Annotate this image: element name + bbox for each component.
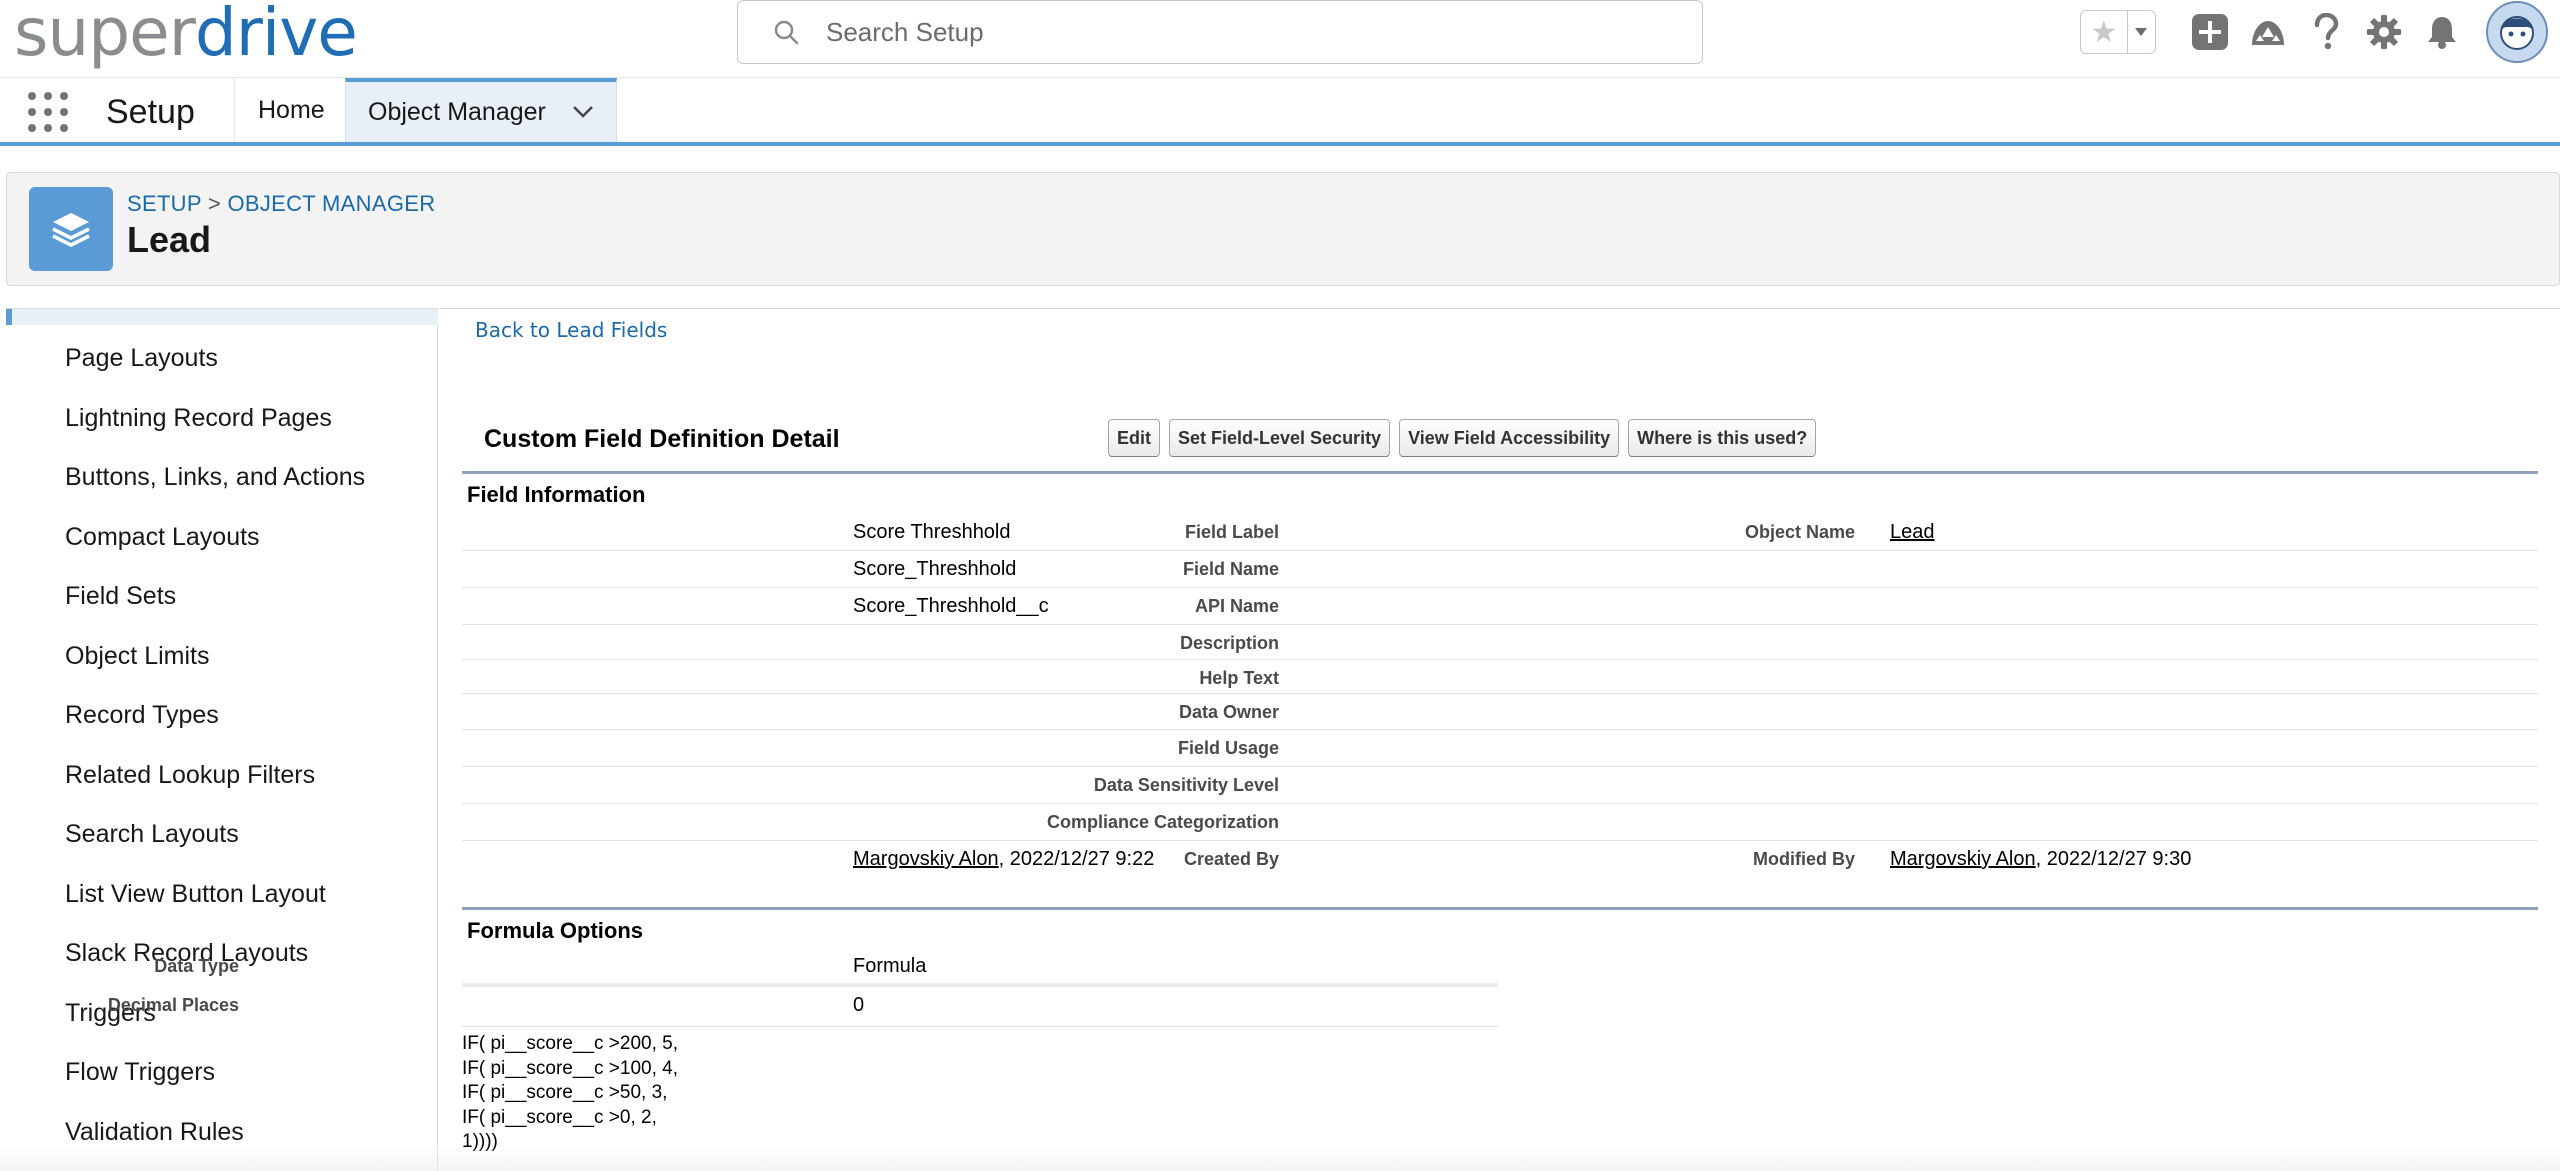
- sidebar-item-compact-layouts[interactable]: Compact Layouts: [6, 508, 437, 568]
- field-row-field-usage: Field Usage: [462, 730, 2538, 767]
- edit-button[interactable]: Edit: [1108, 419, 1160, 457]
- field-name-label: Field Name: [1182, 559, 1279, 579]
- add-icon[interactable]: [2190, 12, 2230, 52]
- app-name: Setup: [106, 93, 195, 131]
- sidebar-selected-strip: [6, 309, 438, 325]
- gear-icon[interactable]: [2364, 12, 2404, 52]
- sidebar-item-buttons-links-actions[interactable]: Buttons, Links, and Actions: [6, 448, 437, 508]
- modified-by-date: , 2022/12/27 9:30: [2035, 848, 2192, 870]
- field-row-help-text: Help Text: [462, 660, 2538, 694]
- sidebar-list: Page Layouts Lightning Record Pages Butt…: [6, 329, 437, 1162]
- formula-options-heading: Formula Options: [467, 918, 643, 943]
- data-type-value: Formula: [853, 955, 927, 977]
- sidebar-item-related-lookup-filters[interactable]: Related Lookup Filters: [6, 746, 437, 806]
- search-icon: [774, 20, 799, 45]
- object-name-label: Object Name: [1744, 522, 1855, 542]
- field-row-description: Description: [462, 625, 2538, 660]
- breadcrumb-setup[interactable]: SETUP: [127, 191, 201, 216]
- data-owner-label: Data Owner: [1178, 702, 1279, 722]
- app-launcher-icon[interactable]: [28, 92, 68, 132]
- api-name-label: API Name: [1194, 596, 1279, 616]
- field-name-value: Score_Threshhold: [853, 558, 1017, 580]
- data-type-label: Data Type: [154, 956, 239, 976]
- field-row-field-name: Field Name Score_Threshhold: [462, 551, 2538, 588]
- field-information-heading: Field Information: [467, 482, 646, 507]
- field-row-data-owner: Data Owner: [462, 694, 2538, 730]
- detail-title: Custom Field Definition Detail: [484, 425, 840, 453]
- breadcrumb-separator: >: [207, 191, 222, 216]
- avatar[interactable]: [2486, 1, 2548, 63]
- layers-icon: [29, 187, 113, 271]
- sidebar-item-field-sets[interactable]: Field Sets: [6, 567, 437, 627]
- field-row-data-type: Data Type Formula: [154, 948, 1498, 987]
- breadcrumb-object-manager[interactable]: OBJECT MANAGER: [227, 191, 435, 216]
- tab-home[interactable]: Home: [236, 78, 347, 142]
- field-row-data-sensitivity-level: Data Sensitivity Level: [462, 767, 2538, 804]
- field-information-section: Field Information Field Label Score Thre…: [462, 471, 2538, 895]
- modified-by-label: Modified By: [1753, 849, 1855, 869]
- search-box[interactable]: [737, 0, 1703, 64]
- sidebar-item-flow-triggers[interactable]: Flow Triggers: [6, 1043, 437, 1103]
- field-row-field-label: Field Label Score Threshhold Object Name…: [462, 514, 2538, 551]
- decimal-places-value: 0: [853, 994, 865, 1016]
- field-row-compliance-categorization: Compliance Categorization: [462, 804, 2538, 841]
- superdrive-logo[interactable]: super drive: [14, 0, 358, 71]
- field-label-value: Score Threshhold: [853, 521, 1011, 543]
- sidebar-item-page-layouts[interactable]: Page Layouts: [6, 329, 437, 389]
- nav-divider: [234, 78, 235, 142]
- sidebar-item-search-layouts[interactable]: Search Layouts: [6, 805, 437, 865]
- main-content: Back to Lead Fields Custom Field Definit…: [108, 308, 2560, 1171]
- object-sidebar: Page Layouts Lightning Record Pages Butt…: [6, 308, 438, 1171]
- sidebar-item-validation-rules[interactable]: Validation Rules: [6, 1103, 437, 1163]
- set-field-level-security-button[interactable]: Set Field-Level Security: [1169, 419, 1391, 457]
- help-text-label: Help Text: [1199, 668, 1279, 688]
- field-row-decimal-places: Decimal Places 0: [108, 987, 1498, 1027]
- modified-by-user-link[interactable]: Margovskiy Alon: [1890, 848, 2036, 870]
- created-by-label: Created By: [1183, 849, 1279, 869]
- search-input[interactable]: [826, 16, 1626, 48]
- trailhead-icon[interactable]: [2248, 12, 2288, 52]
- app-nav-bar: Setup Home Object Manager: [0, 78, 2560, 146]
- sidebar-item-object-limits[interactable]: Object Limits: [6, 627, 437, 687]
- object-name-link[interactable]: Lead: [1890, 521, 1935, 544]
- sidebar-item-lightning-record-pages[interactable]: Lightning Record Pages: [6, 389, 437, 449]
- sidebar-item-record-types[interactable]: Record Types: [6, 686, 437, 746]
- where-is-this-used-button[interactable]: Where is this used?: [1628, 419, 1817, 457]
- field-label-label: Field Label: [1184, 522, 1279, 542]
- formula-text: IF( pi__score__c >200, 5, IF( pi__score_…: [462, 1033, 678, 1152]
- field-usage-label: Field Usage: [1177, 738, 1279, 758]
- description-label: Description: [1179, 633, 1279, 653]
- favorites-control[interactable]: ★: [2080, 10, 2156, 54]
- logo-text-drive: drive: [194, 0, 358, 71]
- tab-object-manager[interactable]: Object Manager: [345, 78, 617, 142]
- global-header: superdrive ★: [0, 0, 2560, 78]
- created-by-value: Margovskiy Alon, 2022/12/27 9:22: [853, 848, 1154, 871]
- chevron-down-icon[interactable]: [2128, 11, 2155, 53]
- header-actions: ★: [2080, 0, 2560, 64]
- api-name-value: Score_Threshhold__c: [853, 595, 1049, 617]
- decimal-places-label: Decimal Places: [107, 995, 239, 1015]
- star-icon[interactable]: ★: [2081, 11, 2128, 53]
- tab-object-manager-label: Object Manager: [368, 97, 546, 126]
- sidebar-item-list-view-button-layout[interactable]: List View Button Layout: [6, 865, 437, 925]
- chevron-down-icon[interactable]: [572, 105, 594, 119]
- logo-text-super: super: [14, 0, 196, 71]
- formula-options-section: Formula Options Data Type Formula Decima…: [108, 907, 2538, 1027]
- back-to-lead-fields-link[interactable]: Back to Lead Fields: [475, 318, 667, 342]
- tab-home-label: Home: [258, 95, 325, 124]
- modified-by-value: Margovskiy Alon, 2022/12/27 9:30: [1890, 848, 2191, 871]
- bell-icon[interactable]: [2422, 12, 2462, 52]
- created-by-user-link[interactable]: Margovskiy Alon: [853, 848, 999, 870]
- data-sensitivity-level-label: Data Sensitivity Level: [1093, 775, 1279, 795]
- help-icon[interactable]: [2306, 12, 2346, 52]
- breadcrumb: SETUP > OBJECT MANAGER: [127, 191, 435, 217]
- page-title: Lead: [127, 219, 212, 260]
- field-row-created-by: Created By Margovskiy Alon, 2022/12/27 9…: [462, 841, 2538, 895]
- created-by-date: , 2022/12/27 9:22: [998, 848, 1155, 870]
- field-row-api-name: API Name Score_Threshhold__c: [462, 588, 2538, 625]
- view-field-accessibility-button[interactable]: View Field Accessibility: [1399, 419, 1620, 457]
- object-header: SETUP > OBJECT MANAGER Lead: [6, 172, 2560, 286]
- detail-button-row: Edit Set Field-Level Security View Field…: [1108, 419, 1825, 457]
- compliance-categorization-label: Compliance Categorization: [1046, 812, 1279, 832]
